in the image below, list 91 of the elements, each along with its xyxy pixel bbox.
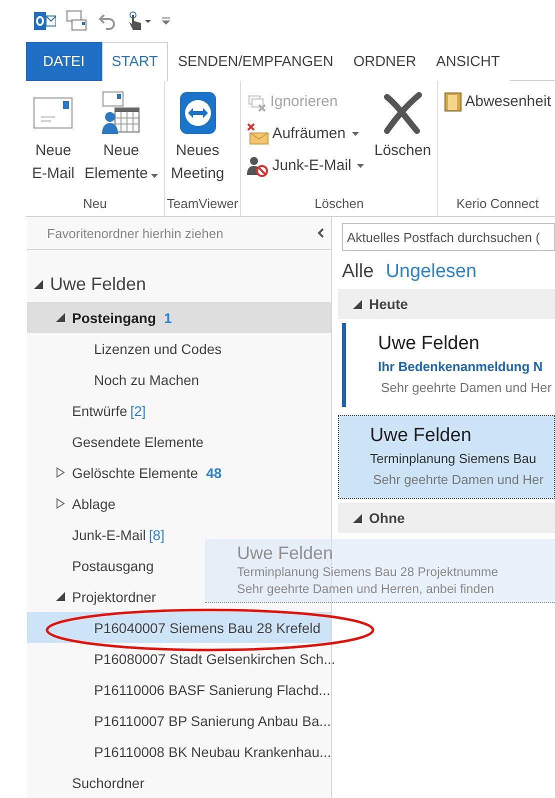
folder-label: Ablage [72,496,116,512]
ribbon-tab[interactable]: DATEI [26,42,102,81]
folder-item[interactable]: Gelöschte Elemente 48 [27,457,226,488]
folder-label: Posteingang [72,310,156,326]
outlook-logo-icon[interactable] [34,10,56,32]
message-preview: Sehr geehrte Damen und Her [381,379,553,398]
ribbon-button[interactable]: Neues Meeting [166,84,228,192]
folder-item[interactable]: Junk-E-Mail [8] [27,519,168,550]
collapsed-triangle-icon[interactable] [55,498,66,510]
caret-icon [352,132,359,136]
ribbon-button[interactable]: Neue Elemente [80,84,162,192]
ribbon-group-label: TeamViewer [166,195,238,214]
folder-item[interactable]: Ablage [27,488,120,520]
folder-label: Postausgang [72,558,154,574]
folder-item[interactable]: Suchordner [27,767,148,798]
folder-label: Noch zu Machen [94,372,200,388]
message-preview: Sehr geehrte Damen und Her [373,471,545,490]
expanded-triangle-icon[interactable] [55,312,66,324]
folder-label: Suchordner [72,774,144,791]
folder-item[interactable]: P16110007 BP Sanierung Anbau Ba... [27,705,335,736]
ribbon-group-label: Löschen [314,195,365,214]
folder-label: Gelöschte Elemente [72,464,198,481]
message-sender: Uwe Felden [378,332,480,356]
folder-count: [8] [148,526,164,543]
folder-label: P16080007 Stadt Gelsenkirchen Sch... [94,650,336,667]
touch-hand-icon[interactable] [126,10,152,31]
group-label: Heute [369,296,408,312]
folder-item[interactable]: Entwürfe [2] [27,395,150,426]
caret-icon [150,174,158,178]
send-receive-icon[interactable] [66,10,88,32]
ribbon-button[interactable]: Neue E-Mail [28,84,79,192]
folder-item[interactable]: Noch zu Machen [27,364,204,396]
folder-item[interactable]: Gesendete Elemente [27,426,208,458]
cleanup-envelope-icon [247,122,270,145]
folder-item[interactable]: Lizenzen und Codes [27,333,226,364]
folder-item[interactable]: P16040007 Siemens Bau 28 Krefeld [27,612,331,644]
ribbon-button[interactable]: Löschen [370,84,436,192]
folder-label: P16110008 BK Neubau Krankenhau... [94,744,332,760]
ribbon-button[interactable]: Junk-E-Mail [243,150,368,181]
customize-toolbar-icon[interactable] [162,16,170,25]
folder-item[interactable]: P16110008 BK Neubau Krankenhau... [27,736,336,768]
folder-label: Uwe Felden [50,274,146,295]
drag-preview-text: Sehr geehrte Damen und Herren, anbei finden [237,581,496,598]
ribbon-group-label: Kerio Connect [455,195,540,214]
expanded-triangle-icon[interactable] [352,298,363,310]
drag-preview-subject: Terminplanung Siemens Bau 28 Projektnumme [237,564,500,582]
search-field[interactable]: Aktuelles Postfach durchsuchen ( [342,223,555,252]
ribbon-tab[interactable]: START [102,42,168,81]
filter-tab[interactable]: Ungelesen [386,261,477,284]
teamviewer-icon [178,90,218,136]
expanded-triangle-icon[interactable] [33,278,44,290]
folder-label: Entwürfe [72,402,128,419]
folder-item[interactable]: Posteingang 1 [27,302,331,334]
folder-label: Junk-E-Mail [72,526,146,543]
message-subject: Ihr Bedenkenanmeldung N [378,358,544,376]
person-calendar-icon [101,90,142,135]
filter-tab[interactable]: Alle [342,261,374,284]
folder-label: P16110007 BP Sanierung Anbau Ba... [94,712,331,729]
folder-item[interactable]: Projektordner [27,581,160,612]
drag-preview-sender: Uwe Felden [237,543,334,564]
folder-count: [2] [130,402,146,419]
folder-count: 48 [206,464,222,481]
collapsed-triangle-icon[interactable] [55,467,66,478]
folder-label: Projektordner [72,588,156,605]
folder-item[interactable]: Postausgang [27,550,158,582]
ribbon-button[interactable]: Abwesenheit [440,86,555,117]
folder-label: P16110006 BASF Sanierung Flachd... [94,682,330,698]
caret-icon [357,164,364,168]
favorites-hint: Favoritenordner hierhin ziehen [47,226,224,241]
folder-count: 1 [164,310,172,326]
folder-label: Gesendete Elemente [72,434,204,450]
message-sender: Uwe Felden [370,424,472,448]
ribbon-button[interactable]: Aufräumen [243,118,368,149]
folder-item[interactable]: Uwe Felden [27,266,150,302]
folder-label: Lizenzen und Codes [94,340,222,357]
expanded-triangle-icon[interactable] [55,591,66,602]
group-header[interactable]: Ohne [338,503,555,534]
undo-icon[interactable] [98,12,116,30]
message-subject: Terminplanung Siemens Bau [370,450,538,468]
message-item[interactable]: Uwe Felden Terminplanung Siemens Bau Sehr geehrte Damen und Her [338,415,555,500]
folder-item[interactable]: P16110006 BASF Sanierung Flachd... [27,674,334,706]
group-label: Ohne [369,510,405,526]
expanded-triangle-icon[interactable] [352,512,363,524]
group-header[interactable]: Heute [338,289,555,320]
person-blocked-icon [247,154,270,177]
collapse-chevron-icon[interactable] [317,228,325,238]
folder-item[interactable]: P16080007 Stadt Gelsenkirchen Sch... [27,643,340,674]
envelope-icon [33,96,74,129]
door-icon [444,92,462,112]
ribbon-group-label: Neu [82,195,108,214]
folder-label: P16040007 Siemens Bau 28 Krefeld [94,620,320,636]
